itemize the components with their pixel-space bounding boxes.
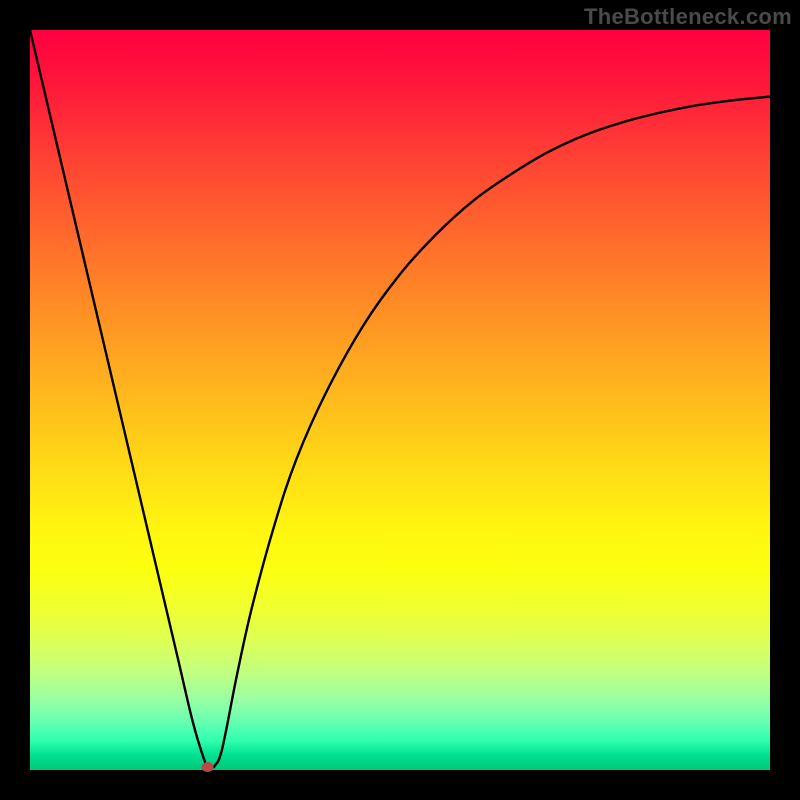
minimum-marker [202,762,214,772]
chart-frame: TheBottleneck.com [0,0,800,800]
watermark-text: TheBottleneck.com [584,4,792,30]
curve-layer [30,30,770,770]
bottleneck-curve [30,30,770,768]
